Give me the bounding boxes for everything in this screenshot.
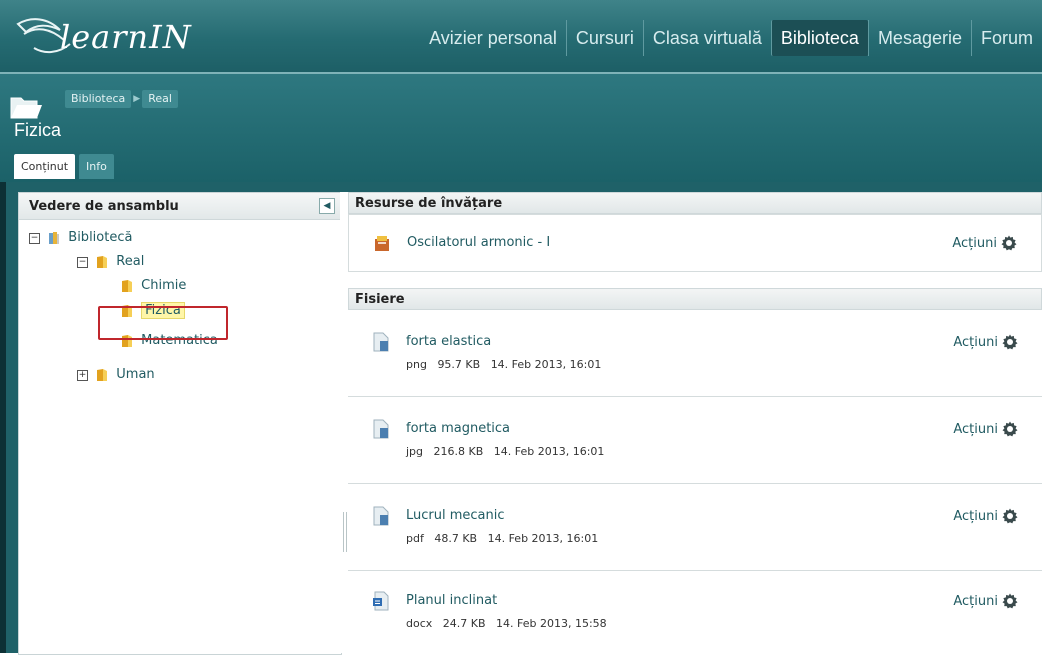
folder-icon [97,256,108,268]
gear-icon [1002,593,1018,609]
collapse-toggle-icon[interactable]: − [77,256,88,268]
section-header-learning: Resurse de învățare [348,192,1042,214]
actions-menu[interactable]: Acțiuni [953,508,1018,524]
file-date: 14. Feb 2013, 16:01 [490,358,602,371]
gear-icon [1002,508,1018,524]
table-row: Planul inclinat docx 24.7 KB 14. Feb 201… [348,571,1042,653]
file-date: 14. Feb 2013, 16:01 [493,445,605,458]
folder-icon [97,369,108,381]
file-meta: docx 24.7 KB 14. Feb 2013, 15:58 [406,617,607,630]
table-row: forta magnetica jpg 216.8 KB 14. Feb 201… [348,397,1042,484]
panel-splitter[interactable] [340,192,348,653]
splitter-grip-icon [343,512,347,552]
breadcrumb-separator-icon: ▶ [133,94,141,104]
file-title[interactable]: Lucrul mecanic [406,508,505,523]
gear-icon [1001,235,1017,251]
file-size: 48.7 KB [434,532,478,545]
file-meta: png 95.7 KB 14. Feb 2013, 16:01 [406,358,601,371]
tree-node-matematica: Matematica [121,332,218,350]
breadcrumb: Biblioteca ▶ Real [65,90,180,108]
file-meta: pdf 48.7 KB 14. Feb 2013, 16:01 [406,532,598,545]
overview-tree-panel: Vedere de ansamblu ◀ − Bibliotecă − Real… [18,192,342,655]
breadcrumb-real[interactable]: Real [142,90,178,108]
actions-label: Acțiuni [953,593,998,609]
file-date: 14. Feb 2013, 15:58 [496,617,607,630]
breadcrumb-biblioteca[interactable]: Biblioteca [65,90,132,108]
tab-bar: Conținut Info [14,154,118,179]
file-type: pdf [406,532,424,545]
tree-title: Vedere de ansamblu [29,199,179,214]
actions-menu[interactable]: Acțiuni [953,593,1018,609]
table-row: Lucrul mecanic pdf 48.7 KB 14. Feb 2013,… [348,484,1042,571]
tab-continut[interactable]: Conținut [14,154,76,179]
tab-info[interactable]: Info [79,154,114,179]
learning-resource-icon [375,236,389,251]
tree-label-selected[interactable]: Fizica [141,302,185,319]
file-size: 24.7 KB [442,617,486,630]
file-date: 14. Feb 2013, 16:01 [487,532,599,545]
gear-icon [1002,421,1018,437]
file-title[interactable]: forta magnetica [406,421,510,436]
collapse-toggle-icon[interactable]: − [29,232,40,244]
page-title: Fizica [14,120,62,140]
table-row: forta elastica png 95.7 KB 14. Feb 2013,… [348,310,1042,397]
tree-node-real: − Real [77,253,144,271]
actions-menu[interactable]: Acțiuni [953,421,1018,437]
logo-text: learnIN [60,18,192,56]
library-icon [49,232,60,244]
page-header: Biblioteca ▶ Real Fizica Conținut Info [0,74,1042,182]
actions-label: Acțiuni [952,235,997,251]
actions-label: Acțiuni [953,508,998,524]
section-header-files: Fisiere [348,288,1042,310]
gear-icon [1002,334,1018,350]
folder-icon [122,305,132,317]
resources-panel: Resurse de învățare Oscilatorul armonic … [348,192,1042,653]
tree-label[interactable]: Bibliotecă [68,230,132,245]
tree-node-fizica: Fizica [121,302,185,320]
tree-node-chimie: Chimie [121,277,186,295]
collapse-panel-icon[interactable]: ◀ [319,198,335,214]
file-size: 216.8 KB [433,445,484,458]
tree-label[interactable]: Real [116,254,144,269]
file-size: 95.7 KB [437,358,481,371]
image-file-icon [373,332,389,352]
folder-icon [122,280,132,292]
tree-label[interactable]: Chimie [141,278,186,293]
top-bar: learnIN Avizier personal Cursuri Clasa v… [0,0,1042,74]
actions-label: Acțiuni [953,334,998,350]
file-title[interactable]: forta elastica [406,334,491,349]
tree-label[interactable]: Uman [116,367,154,382]
file-type: docx [406,617,433,630]
document-file-icon [373,506,389,526]
nav-avizier-personal[interactable]: Avizier personal [420,20,566,56]
folder-icon [122,335,132,347]
nav-clasa-virtuala[interactable]: Clasa virtuală [642,20,771,56]
word-document-icon [373,591,389,611]
tree-label[interactable]: Matematica [141,333,218,348]
file-type: jpg [406,445,424,458]
file-type: png [406,358,427,371]
main-nav: Avizier personal Cursuri Clasa virtuală … [420,20,1042,56]
open-folder-icon [10,97,42,119]
tree-node-biblioteca: − Bibliotecă [29,229,132,247]
nav-cursuri[interactable]: Cursuri [565,20,643,56]
file-meta: jpg 216.8 KB 14. Feb 2013, 16:01 [406,445,604,458]
nav-biblioteca[interactable]: Biblioteca [770,20,868,56]
logo[interactable]: learnIN [14,14,214,64]
content-area: Vedere de ansamblu ◀ − Bibliotecă − Real… [0,182,1042,655]
left-edge-strip [0,182,6,653]
tree-node-uman: + Uman [77,366,155,384]
file-title[interactable]: Planul inclinat [406,593,497,608]
tree-header: Vedere de ansamblu ◀ [19,193,341,220]
nav-forum[interactable]: Forum [970,20,1042,56]
list-item: Oscilatorul armonic - I Acțiuni [348,214,1042,272]
actions-label: Acțiuni [953,421,998,437]
expand-toggle-icon[interactable]: + [77,369,88,381]
nav-mesagerie[interactable]: Mesagerie [867,20,971,56]
actions-menu[interactable]: Acțiuni [953,334,1018,350]
actions-menu[interactable]: Acțiuni [952,235,1017,251]
image-file-icon [373,419,389,439]
resource-title[interactable]: Oscilatorul armonic - I [407,235,550,250]
